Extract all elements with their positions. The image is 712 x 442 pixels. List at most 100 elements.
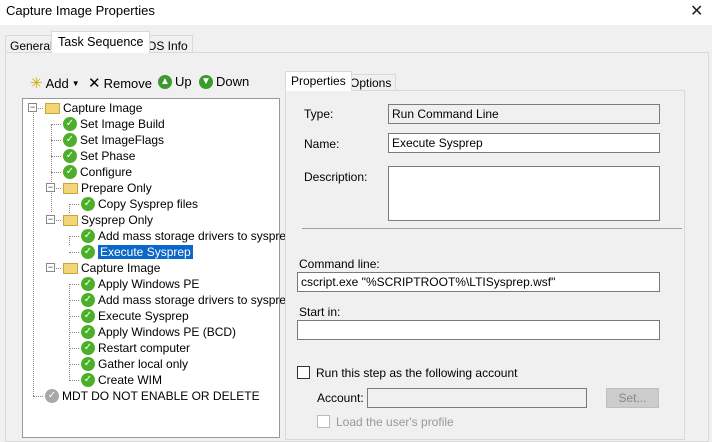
tree-line <box>51 140 61 141</box>
tree-item[interactable]: ✓ Execute Sysprep <box>81 244 193 260</box>
close-icon[interactable]: ✕ <box>690 1 703 21</box>
tree-item[interactable]: ✓ Apply Windows PE <box>81 276 199 292</box>
account-label: Account: <box>317 391 364 405</box>
load-profile-label: Load the user's profile <box>336 415 454 429</box>
type-label: Type: <box>304 107 334 121</box>
tree-item-label: Capture Image <box>81 261 161 275</box>
description-label: Description: <box>304 170 368 184</box>
tree-item[interactable]: Prepare Only <box>63 180 152 196</box>
tree-item[interactable]: ✓ Apply Windows PE (BCD) <box>81 324 236 340</box>
add-button[interactable]: ✳ Add ▼ <box>30 74 80 92</box>
check-icon: ✓ <box>81 245 95 259</box>
tree-line <box>69 236 79 237</box>
up-button[interactable]: ▲ Up <box>158 74 192 89</box>
name-label: Name: <box>304 137 340 151</box>
tree-line <box>51 156 61 157</box>
folder-icon <box>63 182 78 194</box>
tree-line <box>69 316 79 317</box>
account-input[interactable] <box>367 388 587 408</box>
check-icon: ✓ <box>63 149 77 163</box>
add-icon: ✳ <box>30 75 43 92</box>
tree-line <box>69 236 70 245</box>
tree-line <box>33 108 34 396</box>
tree-item-label: Apply Windows PE (BCD) <box>98 325 237 339</box>
name-input[interactable]: Execute Sysprep <box>388 133 660 153</box>
tree-item-label: Execute Sysprep <box>98 309 189 323</box>
tree-item-label: Set Image Build <box>80 117 165 131</box>
tree-item[interactable]: ✓ Set ImageFlags <box>63 132 164 148</box>
folder-icon <box>45 102 60 114</box>
remove-icon: ✕ <box>88 75 101 92</box>
tree-line <box>69 284 79 285</box>
tree-line <box>69 252 79 253</box>
type-field: Run Command Line <box>388 104 660 124</box>
check-icon: ✓ <box>81 309 95 323</box>
tree-item-label: Prepare Only <box>81 181 152 195</box>
description-input[interactable] <box>388 166 660 221</box>
remove-button[interactable]: ✕ Remove <box>88 74 152 92</box>
check-icon: ✓ <box>81 325 95 339</box>
tree-item-label: Gather local only <box>98 357 189 371</box>
divider <box>302 228 682 229</box>
check-icon: ✓ <box>81 373 95 387</box>
tree-item[interactable]: ✓ Execute Sysprep <box>81 308 189 324</box>
tree-item[interactable]: ✓ Add mass storage drivers to sysprep.inf <box>81 228 309 244</box>
collapse-icon[interactable]: − <box>28 103 37 112</box>
tree-item[interactable]: ✓ Restart computer <box>81 340 190 356</box>
disabled-step-icon: ✓ <box>45 389 59 403</box>
set-button[interactable]: Set... <box>606 388 659 408</box>
load-profile-checkbox[interactable] <box>317 415 330 428</box>
command-line-input[interactable]: cscript.exe "%SCRIPTROOT%\LTISysprep.wsf… <box>297 272 660 292</box>
down-button[interactable]: ▼ Down <box>199 74 249 89</box>
arrow-down-icon: ▼ <box>199 74 213 89</box>
tree-line <box>33 396 43 397</box>
tree-line <box>69 364 79 365</box>
run-as-label: Run this step as the following account <box>316 366 518 380</box>
tree-item[interactable]: Capture Image <box>45 100 142 116</box>
tree-item-label: Apply Windows PE <box>98 277 200 291</box>
tree-item[interactable]: Sysprep Only <box>63 212 153 228</box>
tree-item[interactable]: ✓ MDT DO NOT ENABLE OR DELETE <box>45 388 260 404</box>
tree-line <box>69 204 79 205</box>
tree-item[interactable]: ✓ Configure <box>63 164 132 180</box>
tree-line <box>69 380 79 381</box>
tree-line <box>69 332 79 333</box>
tree-item[interactable]: ✓ Gather local only <box>81 356 188 372</box>
arrow-up-icon: ▲ <box>158 74 172 89</box>
toolbar: ✳ Add ▼ ✕ Remove ▲ Up ▼ Down <box>22 70 280 94</box>
tree-item-label: Capture Image <box>63 101 143 115</box>
tree-line <box>69 348 79 349</box>
tree-item[interactable]: ✓ Set Image Build <box>63 116 165 132</box>
tree-item-label: Set ImageFlags <box>80 133 165 147</box>
tree-line <box>51 124 52 212</box>
tree-item[interactable]: ✓ Add mass storage drivers to sysprep.inf <box>81 292 309 308</box>
run-as-checkbox[interactable] <box>297 366 310 379</box>
collapse-icon[interactable]: − <box>46 263 55 272</box>
check-icon: ✓ <box>63 165 77 179</box>
check-icon: ✓ <box>81 341 95 355</box>
task-sequence-tree[interactable]: − Capture Image ✓ Set Image Build ✓ Set Image… <box>22 98 309 438</box>
tree-item-label: Copy Sysprep files <box>98 197 199 211</box>
check-icon: ✓ <box>81 277 95 291</box>
tree-item-label: Add mass storage drivers to sysprep.inf <box>98 293 309 307</box>
folder-icon <box>63 214 78 226</box>
folder-icon <box>63 262 78 274</box>
collapse-icon[interactable]: − <box>46 183 55 192</box>
tree-item[interactable]: ✓ Create WIM <box>81 372 162 388</box>
check-icon: ✓ <box>81 357 95 371</box>
start-in-input[interactable] <box>297 320 660 340</box>
tree-item-label: Set Phase <box>80 149 136 163</box>
check-icon: ✓ <box>63 133 77 147</box>
tab-task-sequence[interactable]: Task Sequence <box>51 31 151 53</box>
tab-properties[interactable]: Properties <box>285 71 352 91</box>
check-icon: ✓ <box>81 197 95 211</box>
tree-item[interactable]: ✓ Copy Sysprep files <box>81 196 198 212</box>
tree-item-label: MDT DO NOT ENABLE OR DELETE <box>62 389 260 403</box>
tree-item[interactable]: Capture Image <box>63 260 160 276</box>
tree-item-label: Restart computer <box>98 341 191 355</box>
tree-line <box>51 172 61 173</box>
collapse-icon[interactable]: − <box>46 215 55 224</box>
check-icon: ✓ <box>81 229 95 243</box>
tree-item[interactable]: ✓ Set Phase <box>63 148 135 164</box>
tab-options[interactable]: Options <box>345 74 397 91</box>
